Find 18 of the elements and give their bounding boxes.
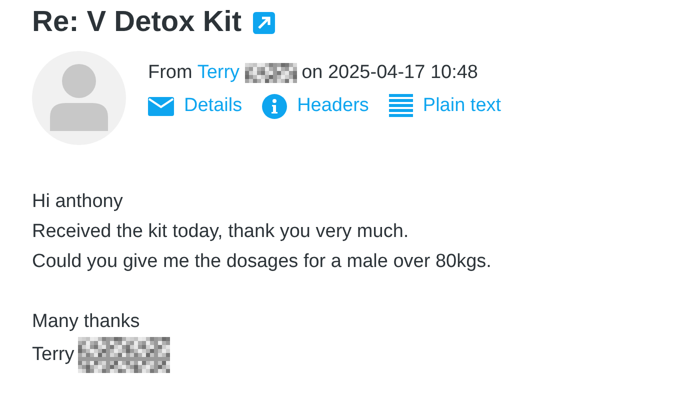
list-icon: [388, 94, 413, 118]
envelope-icon: [148, 96, 174, 116]
sent-date: on 2025-04-17 10:48: [302, 62, 478, 84]
message-text: Received the kit today, thank you very much.: [32, 220, 410, 244]
signature-name: Terry: [32, 343, 74, 367]
sender-link[interactable]: Terry: [197, 62, 240, 84]
closing-text: Many thanks: [32, 310, 141, 334]
redaction-mark: [244, 62, 297, 82]
external-link-icon[interactable]: [253, 12, 276, 34]
avatar-icon: [32, 51, 126, 145]
email-subject: Re: V Detox Kit: [32, 6, 242, 39]
info-icon: [262, 94, 288, 118]
plain-text-link[interactable]: Plain text: [388, 94, 502, 118]
headers-link[interactable]: Headers: [262, 94, 369, 118]
from-label: From: [148, 62, 192, 84]
message-text: Hi anthony: [32, 190, 124, 214]
message-text: Could you give me the dosages for a male over 80kgs.: [32, 250, 492, 274]
details-link[interactable]: Details: [148, 94, 242, 118]
